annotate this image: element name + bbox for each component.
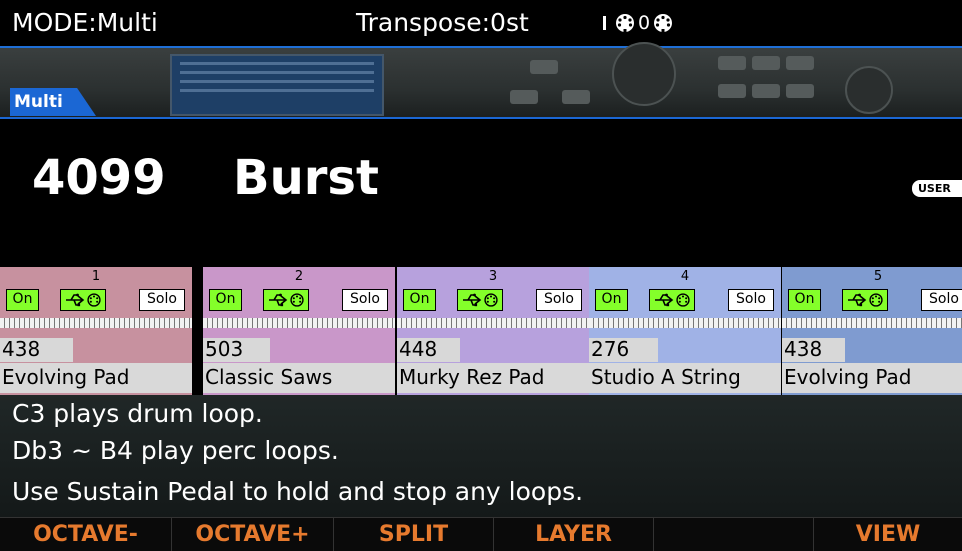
zone-keyboard-range: [397, 318, 589, 328]
zone-solo-toggle[interactable]: Solo: [921, 289, 962, 311]
zone-solo-toggle[interactable]: Solo: [342, 289, 388, 311]
background-button: [530, 60, 558, 74]
midi-din-icon: [484, 293, 498, 307]
zone-destination-button[interactable]: [457, 289, 503, 311]
zone-program-number: 438: [784, 337, 823, 361]
zone-solo-toggle[interactable]: Solo: [139, 289, 185, 311]
zone-program-name[interactable]: Classic Saws: [205, 365, 332, 389]
midi-din-icon: [869, 293, 883, 307]
zone-number: 3: [488, 269, 498, 284]
zone-number: 1: [91, 269, 101, 284]
zone-solo-toggle[interactable]: Solo: [536, 289, 582, 311]
user-badge: USER: [912, 180, 962, 197]
view-button[interactable]: VIEW: [814, 518, 962, 551]
background-button: [718, 84, 746, 98]
zone-number: 5: [873, 269, 883, 284]
background-knob: [845, 66, 893, 114]
zone-solo-toggle[interactable]: Solo: [728, 289, 774, 311]
zone-program-name[interactable]: Murky Rez Pad: [399, 365, 545, 389]
empty-soft-button[interactable]: [654, 518, 814, 551]
split-button[interactable]: SPLIT: [334, 518, 494, 551]
midi-activity-bar: [603, 16, 606, 30]
background-lcd: [170, 54, 384, 116]
zone-keyboard-range: [589, 318, 781, 328]
screen: MODE:Multi Transpose:0st 0 Multi 4099 Bu…: [0, 0, 962, 551]
background-button: [562, 90, 590, 104]
info-line: Db3 ~ B4 play perc loops.: [12, 436, 339, 465]
background-button: [752, 84, 780, 98]
soft-button-bar: OCTAVE- OCTAVE+ SPLIT LAYER VIEW: [0, 517, 962, 551]
background-button: [786, 56, 814, 70]
zone-destination-button[interactable]: [842, 289, 888, 311]
zone-on-toggle[interactable]: On: [6, 289, 39, 311]
zone-program-number: 448: [399, 337, 438, 361]
zone-program-number: 503: [205, 337, 244, 361]
zone-destination-button[interactable]: [60, 289, 106, 311]
program-name[interactable]: Burst: [233, 150, 379, 206]
octave-up-button[interactable]: OCTAVE+: [172, 518, 334, 551]
background-button: [510, 90, 538, 104]
info-line: Use Sustain Pedal to hold and stop any l…: [12, 477, 584, 506]
zone-5[interactable]: 5 On Solo 438 Evolving Pad: [782, 267, 962, 395]
zone-number: 4: [680, 269, 690, 284]
mode-label: MODE:Multi: [12, 8, 158, 37]
midi-din-icon: [616, 14, 634, 32]
zone-strip: 1 On Solo 438 Evolving Pad 2 On Solo 503 Classic …: [0, 267, 962, 395]
zone-4[interactable]: 4 On Solo 276 Studio A String: [589, 267, 781, 395]
zone-destination-button[interactable]: [263, 289, 309, 311]
midi-din-icon: [290, 293, 304, 307]
program-number: 4099: [32, 150, 166, 206]
usb-icon: [655, 293, 674, 307]
zone-program-name[interactable]: Evolving Pad: [2, 365, 130, 389]
transpose-label: Transpose:0st: [356, 8, 529, 37]
midi-status: 0: [603, 12, 673, 34]
background-knob: [612, 42, 676, 106]
background-button: [752, 56, 780, 70]
usb-icon: [66, 293, 85, 307]
info-line: C3 plays drum loop.: [12, 399, 263, 428]
background-button: [786, 84, 814, 98]
zone-destination-button[interactable]: [649, 289, 695, 311]
midi-din-icon: [676, 293, 690, 307]
midi-din-icon: [654, 14, 673, 32]
zone-program-number: 438: [2, 337, 41, 361]
zone-on-toggle[interactable]: On: [788, 289, 821, 311]
usb-icon: [463, 293, 482, 307]
zone-number: 2: [294, 269, 304, 284]
zone-keyboard-range: [782, 318, 962, 328]
zone-keyboard-range: [0, 318, 192, 328]
usb-icon: [269, 293, 288, 307]
layer-button[interactable]: LAYER: [494, 518, 654, 551]
usb-icon: [848, 293, 867, 307]
midi-din-icon: [87, 293, 101, 307]
zone-on-toggle[interactable]: On: [209, 289, 242, 311]
zone-on-toggle[interactable]: On: [595, 289, 628, 311]
zone-program-name[interactable]: Evolving Pad: [784, 365, 912, 389]
info-text-area: C3 plays drum loop. Db3 ~ B4 play perc l…: [0, 395, 962, 517]
background-panel-image: [0, 42, 962, 118]
status-bar: MODE:Multi Transpose:0st 0: [0, 0, 962, 48]
zone-program-number: 276: [591, 337, 630, 361]
midi-count: 0: [638, 12, 651, 34]
octave-down-button[interactable]: OCTAVE-: [0, 518, 172, 551]
program-display: 4099 Burst USER: [0, 119, 962, 266]
zone-program-name[interactable]: Studio A String: [591, 365, 741, 389]
zone-1[interactable]: 1 On Solo 438 Evolving Pad: [0, 267, 192, 395]
zone-2[interactable]: 2 On Solo 503 Classic Saws: [203, 267, 395, 395]
zone-on-toggle[interactable]: On: [403, 289, 436, 311]
zone-keyboard-range: [203, 318, 395, 328]
background-button: [718, 56, 746, 70]
zone-3[interactable]: 3 On Solo 448 Murky Rez Pad: [397, 267, 589, 395]
